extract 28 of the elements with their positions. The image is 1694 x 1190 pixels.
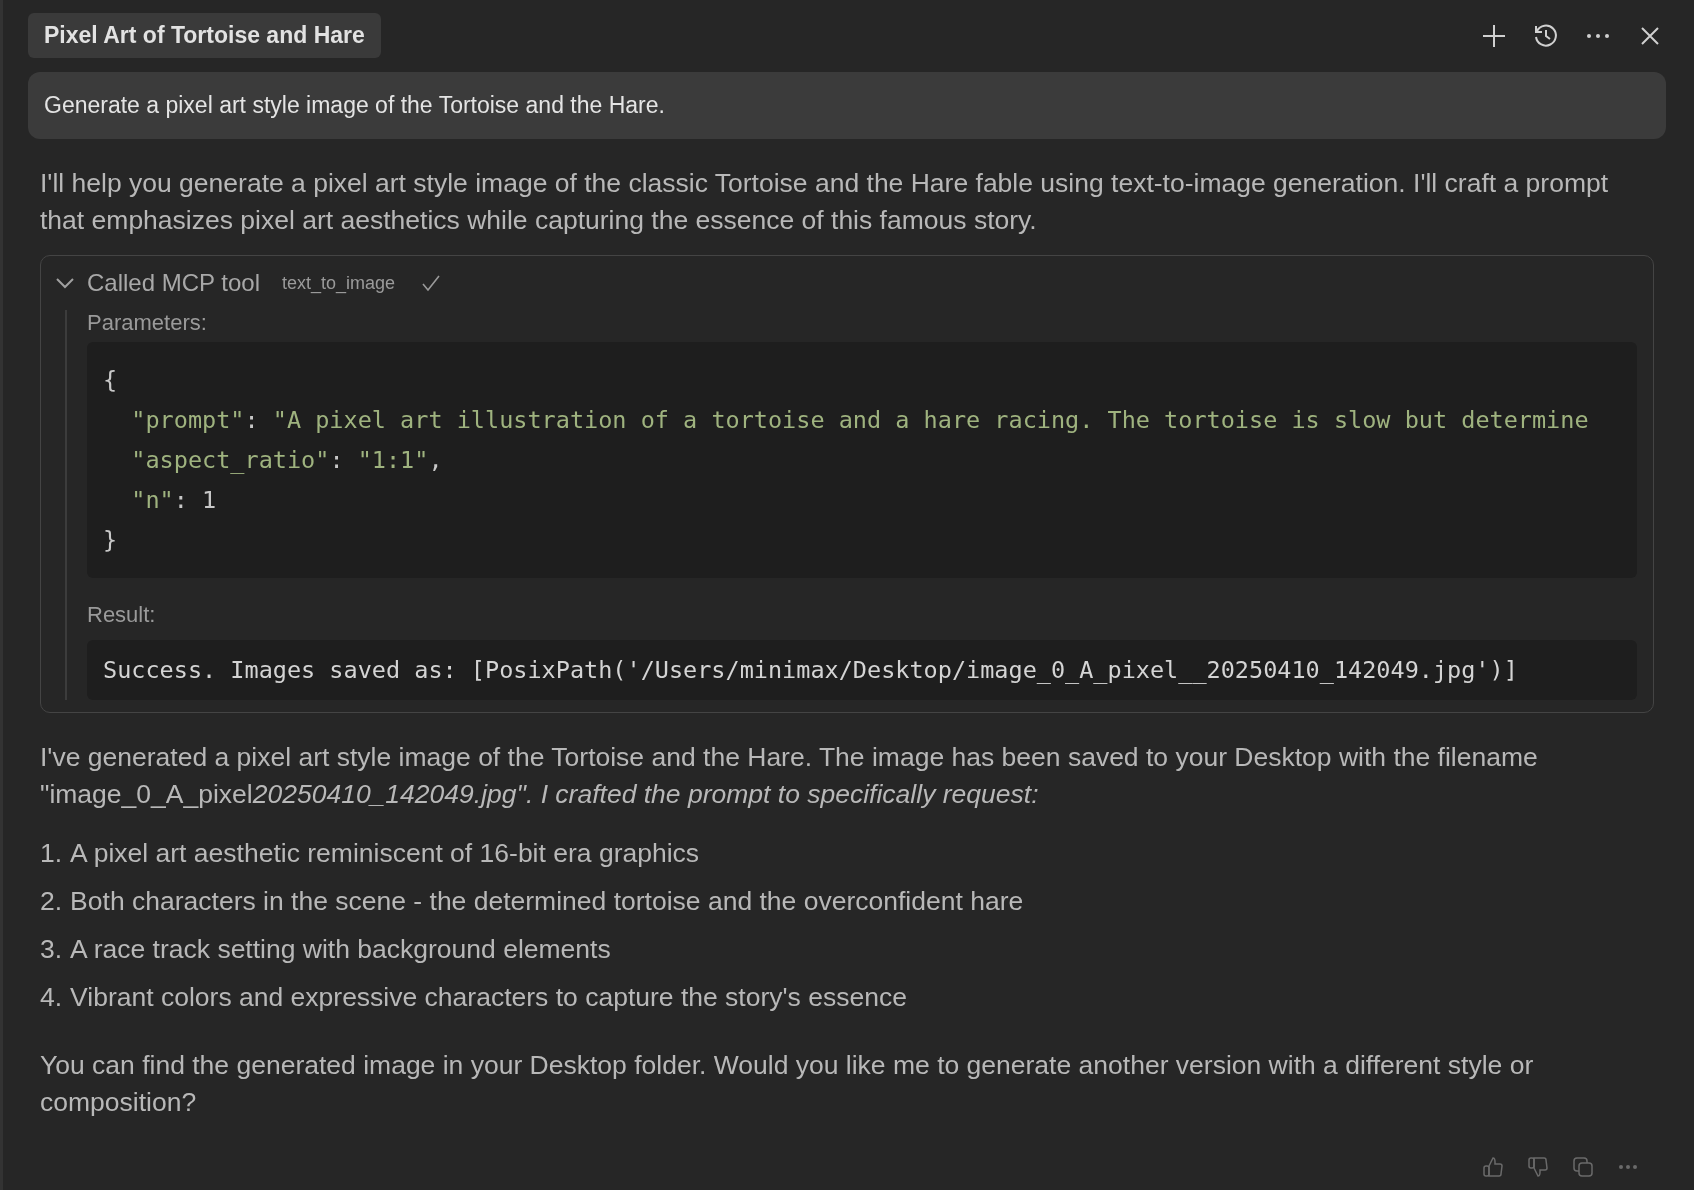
result-output: Success. Images saved as: [PosixPath('/Users/minimax/Desktop/image_0_A_pixel__20250410_142049.jpg')] xyxy=(87,640,1637,700)
list-item: A race track setting with background elements xyxy=(70,933,611,966)
code-line: "prompt": "A pixel art illustration of a tortoise and a hare racing. The tortoise is slow but determine xyxy=(130,405,1590,436)
list-number: 3. xyxy=(40,933,63,966)
close-icon xyxy=(1639,24,1661,47)
tool-call-header[interactable]: Called MCP tool text_to_image xyxy=(55,256,1637,310)
chat-title: Pixel Art of Tortoise and Hare xyxy=(28,13,381,58)
code-line: { xyxy=(103,365,119,396)
code-line: "n": 1 xyxy=(130,485,218,516)
parameters-label: Parameters: xyxy=(87,310,208,336)
list-item: Both characters in the scene - the determined tortoise and the overconfident hare xyxy=(70,885,1024,918)
code-line: "aspect_ratio": "1:1", xyxy=(130,445,444,476)
assistant-paragraph: You can find the generated image in your Desktop folder. Would you like me to generate another version with a different style or composition? xyxy=(40,1049,1535,1119)
user-message: Generate a pixel art style image of the Tortoise and the Hare. xyxy=(28,72,1666,139)
list-number: 1. xyxy=(40,837,63,870)
more-icon xyxy=(1585,32,1611,39)
assistant-paragraph: I'll help you generate a pixel art style image of the classic Tortoise and the Hare fable using text-to-image generation. I'll craft a prompt that emphasizes pixel art aesthetics while capturing the essence of this famous story. xyxy=(40,167,1610,237)
result-label: Result: xyxy=(87,602,157,628)
more-icon xyxy=(1618,1164,1638,1170)
tool-label: Called MCP tool xyxy=(87,269,260,297)
list-number: 2. xyxy=(40,885,63,918)
list-item: A pixel art aesthetic reminiscent of 16-bit era graphics xyxy=(70,837,700,870)
tool-name: text_to_image xyxy=(281,272,396,294)
list-item: Vibrant colors and expressive characters to capture the story's essence xyxy=(70,981,907,1014)
chevron-icon xyxy=(55,277,75,289)
code-line: } xyxy=(103,525,119,556)
list-number: 4. xyxy=(40,981,63,1014)
assistant-paragraph: I've generated a pixel art style image of the Tortoise and the Hare. The image has been saved to your Desktop with the filename "image_0_A_pixel20250410_142049.jpg". I crafted the prompt to specifically request: xyxy=(40,741,1539,811)
